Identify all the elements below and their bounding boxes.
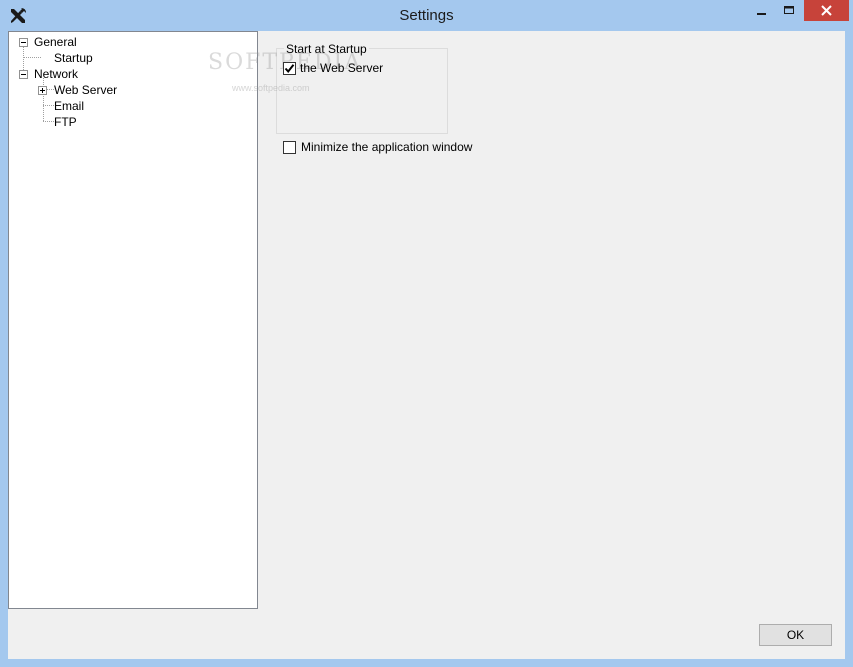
minimize-window-checkbox[interactable] [283, 141, 296, 154]
close-icon [821, 5, 832, 16]
tree-item-startup[interactable]: Startup [54, 51, 93, 65]
tree-item-ftp[interactable]: FTP [54, 115, 77, 129]
tree-line [43, 105, 54, 106]
tree-item-network[interactable]: Network [34, 67, 78, 81]
tree-item-email[interactable]: Email [54, 99, 84, 113]
collapse-general-icon[interactable] [19, 38, 28, 47]
checkmark-icon [284, 64, 295, 74]
settings-tree[interactable]: General Startup Network Web Server Email… [8, 31, 258, 609]
settings-window: Settings General Startup Network Web Ser… [0, 0, 853, 667]
tree-item-web-server[interactable]: Web Server [54, 83, 117, 97]
client-area: General Startup Network Web Server Email… [8, 31, 845, 659]
ok-button[interactable]: OK [759, 624, 832, 646]
web-server-checkbox-label[interactable]: the Web Server [300, 61, 383, 75]
tree-line [43, 78, 44, 121]
collapse-network-icon[interactable] [19, 70, 28, 79]
close-button[interactable] [804, 0, 849, 21]
tree-line [47, 89, 54, 90]
watermark-url: www.softpedia.com [232, 83, 310, 93]
title-bar[interactable]: Settings [0, 0, 853, 31]
window-title: Settings [399, 7, 454, 24]
tree-item-general[interactable]: General [34, 35, 77, 49]
expand-web-server-icon[interactable] [38, 86, 47, 95]
tree-line [23, 57, 41, 58]
web-server-checkbox[interactable] [283, 62, 296, 75]
minimize-window-checkbox-label[interactable]: Minimize the application window [301, 140, 472, 154]
tree-line [43, 121, 54, 122]
maximize-icon [784, 6, 794, 14]
maximize-button[interactable] [773, 0, 805, 21]
